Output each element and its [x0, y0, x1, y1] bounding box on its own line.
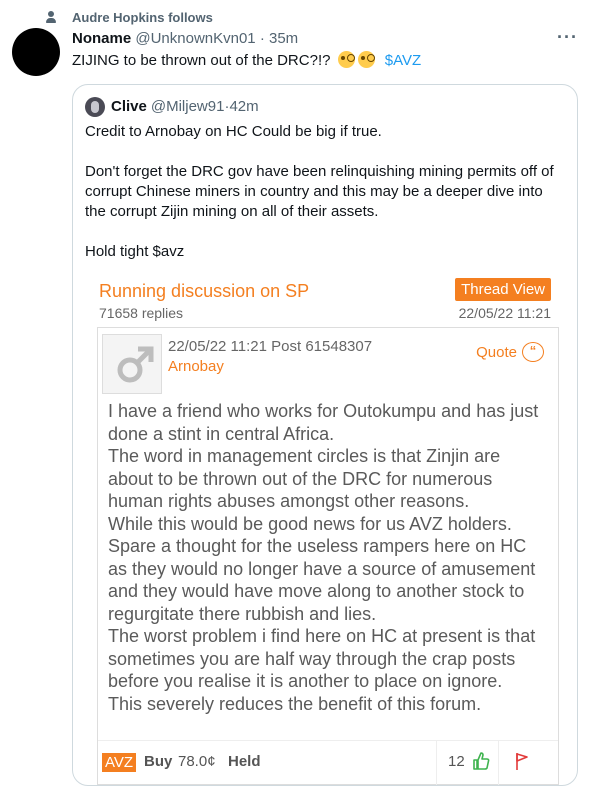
- post-text: I have a friend who works for Outokumpu …: [108, 400, 558, 715]
- forum-post: 22/05/22 11:21 Post 61548307 Arnobay Quo…: [97, 327, 559, 785]
- price-label: 78.0¢: [178, 753, 216, 770]
- post-text-line: about to be thrown out of the DRC for nu…: [108, 468, 493, 489]
- post-text-line: sometimes you are half way through the c…: [108, 648, 516, 669]
- cashtag-link[interactable]: $AVZ: [385, 52, 421, 69]
- post-author: Arnobay: [168, 358, 224, 375]
- thread-title: Running discussion on SP: [99, 281, 310, 301]
- male-symbol-icon: [117, 346, 154, 383]
- person-icon: [44, 10, 58, 24]
- post-text-line: The worst problem i find here on HC at p…: [108, 626, 536, 646]
- thread-date: 22/05/22 11:21: [458, 305, 551, 321]
- social-context[interactable]: Audre Hopkins follows: [44, 8, 213, 26]
- timestamp[interactable]: 35m: [269, 30, 298, 47]
- post-text-line: While this would be good news for us AVZ…: [108, 513, 512, 534]
- quoted-text-line: the corrupt Zijin mining on all of their…: [85, 203, 379, 220]
- quoted-tweet[interactable]: Clive @Miljew91 · 42m Credit to Arnobay …: [72, 84, 578, 786]
- quoted-tweet-text: Credit to Arnobay on HC Could be big if …: [85, 122, 565, 262]
- post-text-line: as they would no longer have a source of…: [108, 558, 536, 579]
- quoted-text-line: Credit to Arnobay on HC Could be big if …: [85, 123, 382, 140]
- social-context-text[interactable]: Audre Hopkins follows: [72, 10, 213, 25]
- flag-icon: [516, 753, 528, 770]
- tweet-text: ZIJING to be thrown out of the DRC?!? $A…: [72, 51, 421, 71]
- ticker-badge: AVZ: [102, 753, 137, 772]
- post-text-line: The word in management circles is that Z…: [108, 446, 501, 466]
- forum-avatar: [102, 334, 162, 394]
- tweet-header: Noname @UnknownKvn01 · 35m: [72, 29, 298, 49]
- quote-bubble-icon: “: [522, 342, 544, 362]
- avatar[interactable]: [12, 28, 60, 76]
- more-options-button[interactable]: ···: [557, 28, 578, 46]
- quoted-text-line: Don't forget the DRC gov have been relin…: [85, 163, 554, 180]
- footer-divider: [498, 741, 499, 785]
- thumbs-up-icon: [473, 752, 490, 770]
- face-with-monocle-icon: [357, 51, 375, 68]
- quote-button: Quote “: [476, 342, 544, 362]
- post-text-line: and they would have move along to anothe…: [108, 581, 525, 601]
- thread-view-button: Thread View: [455, 278, 551, 301]
- display-name[interactable]: Noname: [72, 30, 131, 47]
- post-text-line: This severely reduces the benefit of thi…: [108, 693, 482, 714]
- quote-label: Quote: [476, 343, 517, 361]
- quoted-text-line: Hold tight $avz: [85, 243, 185, 260]
- post-text-line: done a stint in central Africa.: [108, 423, 335, 444]
- quoted-avatar: [85, 97, 105, 117]
- quoted-user-handle: @Miljew91: [150, 98, 225, 115]
- quoted-tweet-header: Clive @Miljew91 · 42m: [85, 97, 259, 117]
- post-text-line: regurgitate there rubbish and lies.: [108, 603, 377, 624]
- post-text-line: human rights abuses amongst other reason…: [108, 491, 470, 511]
- post-meta: 22/05/22 11:21 Post 61548307: [168, 338, 373, 355]
- post-text-line: Spare a thought for the useless rampers …: [108, 536, 527, 556]
- reply-count: 71658 replies: [99, 305, 184, 321]
- hotcopper-embed: Running discussion on SP 71658 replies T…: [85, 275, 565, 785]
- quoted-timestamp: 42m: [229, 98, 259, 115]
- user-handle[interactable]: @UnknownKvn01: [135, 30, 255, 47]
- quoted-text-line: corrupt Chinese miners in country and th…: [85, 183, 543, 200]
- face-with-monocle-icon: [337, 51, 355, 68]
- disclosure-label: Held: [228, 753, 261, 770]
- like-count: 12: [448, 753, 465, 770]
- tweet-body: ZIJING to be thrown out of the DRC?!?: [72, 52, 331, 69]
- separator-dot: ·: [255, 30, 269, 47]
- sentiment-label: Buy: [144, 753, 173, 770]
- footer-divider: [436, 741, 437, 785]
- post-footer: AVZ Buy 78.0¢ Held 12: [98, 740, 558, 785]
- post-text-line: I have a friend who works for Outokumpu …: [108, 401, 539, 421]
- post-text-line: before you realise it is another to plac…: [108, 671, 503, 691]
- quoted-display-name: Clive: [111, 98, 147, 115]
